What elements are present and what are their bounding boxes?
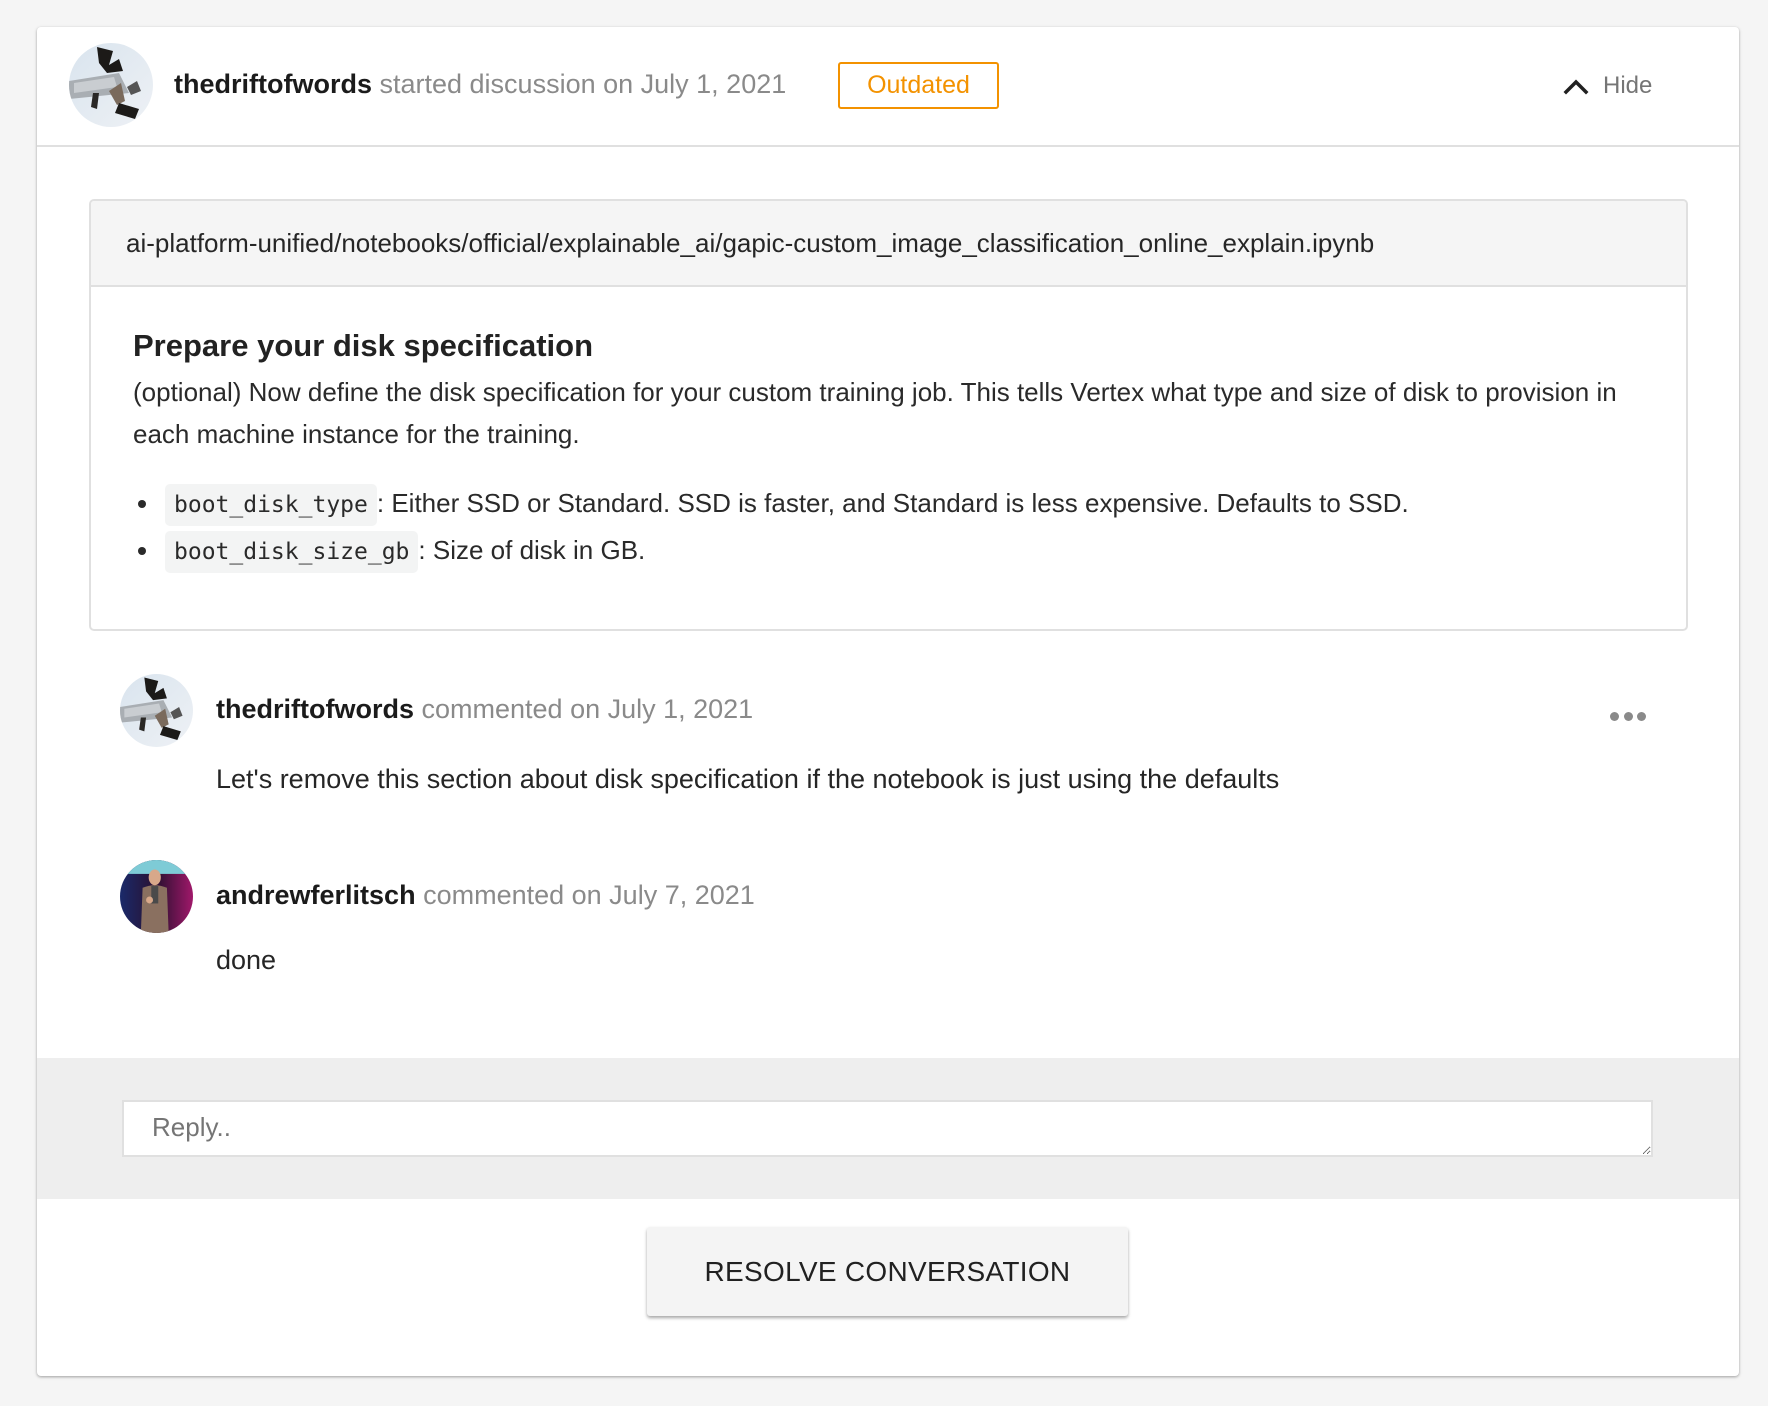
speaker-photo-avatar-icon <box>120 860 193 933</box>
comment-header: thedriftofwords commented on July 1, 202… <box>216 691 753 727</box>
reply-input[interactable] <box>122 1100 1653 1157</box>
dot-icon <box>1610 711 1619 721</box>
comment: andrewferlitsch commented on July 7, 202… <box>120 860 1739 990</box>
commenter-avatar[interactable] <box>120 860 193 933</box>
comment-meta: commented on July 1, 2021 <box>421 694 754 724</box>
cell-bullet-list: boot_disk_type: Either SSD or Standard. … <box>133 481 1644 575</box>
hide-label: Hide <box>1603 72 1653 99</box>
dot-icon <box>1623 711 1633 721</box>
resolve-conversation-button[interactable]: RESOLVE CONVERSATION <box>647 1227 1128 1316</box>
author-name[interactable]: thedriftofwords <box>174 69 372 99</box>
dot-icon <box>1637 711 1646 721</box>
list-item-text: : Size of disk in GB. <box>418 535 646 565</box>
commenter-name[interactable]: thedriftofwords <box>216 694 414 724</box>
discussion-header: thedriftofwords started discussion on Ju… <box>37 27 1739 147</box>
comment: thedriftofwords commented on July 1, 202… <box>120 674 1739 814</box>
inline-code: boot_disk_type <box>165 484 377 526</box>
hide-button[interactable]: Hide <box>1563 69 1652 103</box>
comment-body: Let's remove this section about disk spe… <box>216 764 1280 794</box>
comment-meta: commented on July 7, 2021 <box>423 880 755 910</box>
abstract-sculpture-avatar-icon <box>120 674 193 747</box>
file-context: ai-platform-unified/notebooks/official/e… <box>89 199 1688 631</box>
discussion-meta: started discussion on July 1, 2021 <box>379 69 787 99</box>
chevron-up-icon <box>1563 79 1589 95</box>
comment-header: andrewferlitsch commented on July 7, 202… <box>216 877 755 913</box>
author-avatar[interactable] <box>69 43 153 127</box>
file-path: ai-platform-unified/notebooks/official/e… <box>91 201 1686 287</box>
status-badge: Outdated <box>838 62 999 109</box>
discussion-card: thedriftofwords started discussion on Ju… <box>37 27 1739 1376</box>
commenter-avatar[interactable] <box>120 674 193 747</box>
list-item: boot_disk_type: Either SSD or Standard. … <box>161 481 1644 528</box>
markdown-cell: Prepare your disk specification (optiona… <box>91 287 1686 575</box>
more-options-button[interactable] <box>1610 709 1646 723</box>
discussion-title: thedriftofwords started discussion on Ju… <box>174 67 786 101</box>
comment-body: done <box>216 945 277 975</box>
commenter-name[interactable]: andrewferlitsch <box>216 880 416 910</box>
cell-heading: Prepare your disk specification <box>133 328 594 363</box>
reply-section <box>37 1058 1739 1199</box>
abstract-sculpture-avatar-icon <box>69 43 153 127</box>
cell-paragraph: (optional) Now define the disk specifica… <box>133 377 1617 449</box>
list-item-text: : Either SSD or Standard. SSD is faster,… <box>376 488 1409 518</box>
list-item: boot_disk_size_gb: Size of disk in GB. <box>161 528 1644 575</box>
inline-code: boot_disk_size_gb <box>165 531 419 573</box>
